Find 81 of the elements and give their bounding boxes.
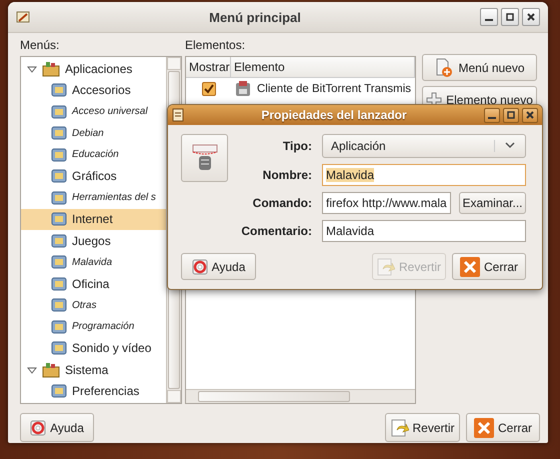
- tree-item[interactable]: Sonido y vídeo: [21, 338, 166, 359]
- category-icon: [51, 168, 67, 184]
- minimize-icon: [485, 19, 493, 21]
- tree-item[interactable]: Acceso universal: [21, 101, 166, 122]
- revert-button[interactable]: Revertir: [385, 413, 460, 442]
- dialog-title: Propiedades del lanzador: [260, 108, 408, 122]
- category-icon: [51, 340, 67, 356]
- browse-button[interactable]: Examinar...: [459, 192, 526, 214]
- undo-arrow-icon: [377, 258, 395, 276]
- category-icon: [51, 190, 67, 206]
- tree-item[interactable]: Herramientas del s: [21, 187, 166, 208]
- category-icon: [51, 104, 67, 120]
- tree-item[interactable]: Preferencias: [21, 380, 166, 402]
- tree-item[interactable]: Sistema: [21, 359, 166, 380]
- help-button[interactable]: Ayuda: [20, 413, 94, 442]
- menus-label: Menús:: [20, 38, 60, 53]
- minimize-button[interactable]: [484, 108, 500, 122]
- maximize-icon: [505, 109, 517, 121]
- folder-icon: [42, 362, 60, 378]
- category-icon: [51, 383, 67, 400]
- close-icon: [474, 418, 494, 438]
- window-menu-icon: [16, 10, 30, 24]
- app-icon: [234, 80, 252, 98]
- maximize-button[interactable]: [501, 8, 519, 26]
- input-field[interactable]: Malavida: [322, 164, 526, 186]
- lifebuoy-icon: [192, 258, 208, 274]
- elements-label: Elementos:: [185, 38, 246, 53]
- new-menu-button[interactable]: Menú nuevo: [422, 54, 537, 81]
- launcher-icon-button[interactable]: [181, 134, 228, 182]
- category-icon: [51, 211, 67, 228]
- window-menu-icon: [172, 108, 184, 122]
- close-icon: [525, 11, 537, 23]
- tree-item[interactable]: Juegos: [21, 230, 166, 252]
- category-icon: [51, 297, 67, 314]
- close-icon: [460, 256, 480, 276]
- minimize-button[interactable]: [480, 8, 498, 26]
- field-label: Tipo:: [282, 139, 312, 153]
- expanded-arrow-icon: [27, 64, 37, 74]
- tree-item[interactable]: Debian: [21, 122, 166, 144]
- tree-item[interactable]: Otras: [21, 294, 166, 316]
- tree-item[interactable]: Internet: [21, 208, 166, 230]
- category-icon: [51, 276, 67, 292]
- category-icon: [51, 254, 67, 270]
- tree-item[interactable]: Aplicaciones: [21, 58, 166, 80]
- table-cell: Cliente de BitTorrent Transmis: [257, 83, 412, 95]
- tree-item[interactable]: Accesorios: [21, 80, 166, 101]
- undo-arrow-icon: [390, 418, 408, 436]
- field-label: Comando:: [252, 196, 312, 210]
- tree-item[interactable]: Programación: [21, 316, 166, 338]
- type-dropdown[interactable]: Aplicación: [322, 134, 526, 158]
- close-button[interactable]: Cerrar: [466, 413, 540, 442]
- folder-icon: [42, 60, 60, 77]
- maximize-button[interactable]: [503, 108, 519, 122]
- category-icon: [51, 82, 67, 98]
- category-icon: [51, 318, 67, 335]
- close-button[interactable]: Cerrar: [452, 253, 526, 280]
- maximize-icon: [504, 11, 516, 23]
- category-icon: [51, 125, 67, 142]
- tree-item[interactable]: Gráficos: [21, 166, 166, 187]
- checkbox[interactable]: [202, 82, 216, 96]
- tree-item[interactable]: Educación: [21, 144, 166, 166]
- close-button[interactable]: [522, 8, 540, 26]
- column-header[interactable]: Elemento: [231, 57, 415, 77]
- category-icon: [51, 146, 67, 163]
- category-icon: [51, 232, 67, 249]
- document-icon: [434, 58, 454, 78]
- help-button[interactable]: Ayuda: [181, 253, 256, 280]
- lifebuoy-icon: [30, 420, 46, 436]
- input-field[interactable]: Malavida: [322, 220, 526, 242]
- expanded-arrow-icon: [27, 364, 37, 375]
- column-header[interactable]: Mostrar: [186, 57, 231, 77]
- close-button[interactable]: [522, 108, 538, 122]
- horizontal-scrollbar[interactable]: [186, 389, 415, 403]
- tree-item[interactable]: Oficina: [21, 273, 166, 294]
- window-title: Menú principal: [208, 10, 302, 24]
- input-field[interactable]: firefox http://www.mala: [322, 192, 451, 214]
- field-label: Comentario:: [240, 224, 312, 238]
- tree-item[interactable]: Malavida: [21, 252, 166, 273]
- close-icon: [524, 109, 536, 121]
- minimize-icon: [488, 117, 496, 119]
- field-label: Nombre:: [262, 168, 312, 182]
